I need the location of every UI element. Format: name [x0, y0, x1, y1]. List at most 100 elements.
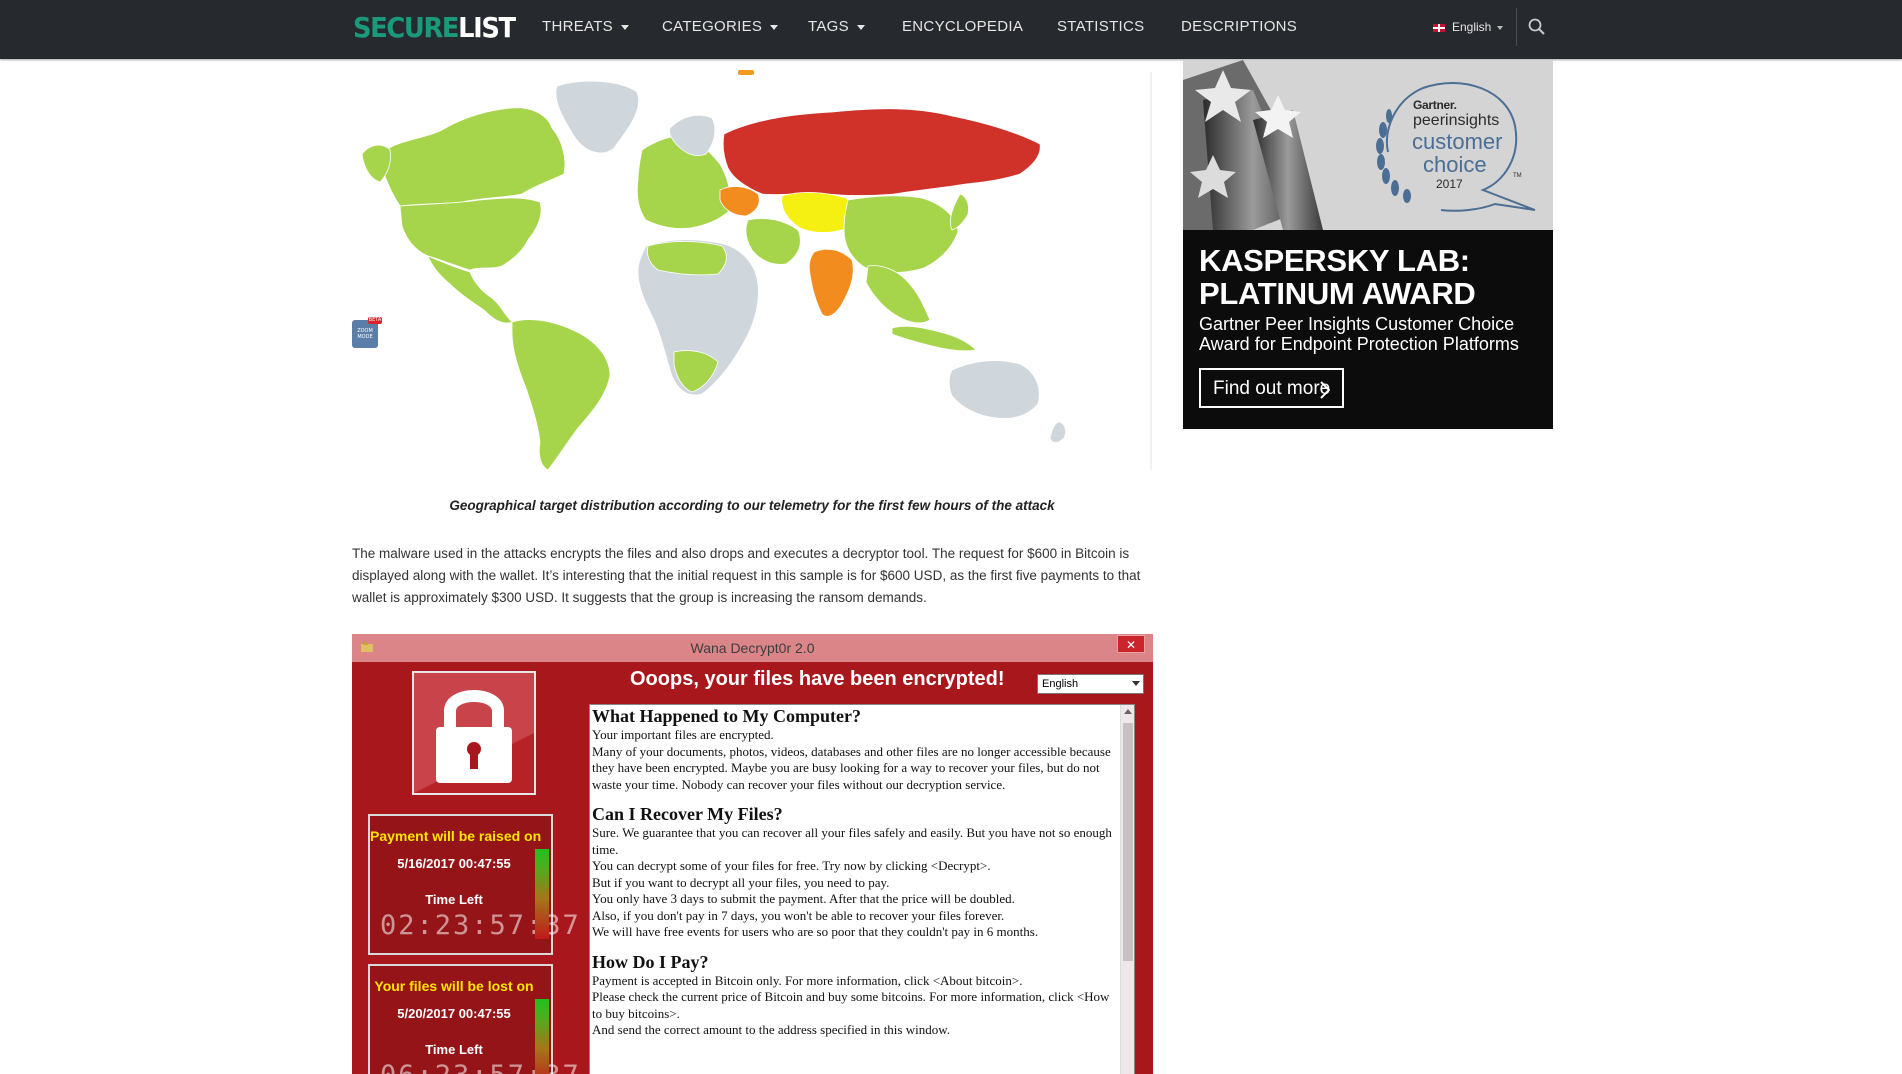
padlock-image	[412, 671, 536, 795]
section-text: Your important files are encrypted.	[592, 727, 774, 742]
nav-categories-label: CATEGORIES	[662, 18, 763, 35]
article-paragraph: The malware used in the attacks encrypts…	[352, 546, 1141, 605]
section-text: Also, if you don't pay in 7 days, you wo…	[592, 907, 1005, 923]
section-text: Many of your documents, photos, videos, …	[592, 743, 1111, 792]
close-icon[interactable]: ✕	[1117, 635, 1145, 653]
ransom-text-content: What Happened to My Computer? Your impor…	[592, 705, 1120, 1039]
logo-secure: SECURE	[353, 11, 460, 44]
chevron-down-icon	[621, 24, 629, 30]
award-year: 2017	[1436, 177, 1463, 191]
zoom-mode-button[interactable]: ZOOM MODE	[352, 320, 378, 348]
trademark-mark: TM	[1513, 173, 1522, 179]
countdown-display: 02:23:57:37	[380, 910, 581, 941]
ransom-text-panel[interactable]: What Happened to My Computer? Your impor…	[589, 704, 1135, 1074]
nav-categories[interactable]: CATEGORIES	[662, 17, 779, 37]
nav-statistics[interactable]: STATISTICS	[1057, 17, 1144, 37]
countdown-display: 06:23:57:37	[380, 1060, 579, 1074]
timer-title: Your files will be lost on	[374, 978, 534, 994]
find-out-more-label: Find out more	[1213, 378, 1331, 399]
window-titlebar: Wana Decrypt0r 2.0 ✕	[352, 634, 1153, 662]
files-lost-timer: Your files will be lost on 5/20/2017 00:…	[368, 964, 579, 1074]
region-middle-east	[745, 218, 801, 265]
map-border	[1150, 72, 1152, 470]
logo-list: LIST	[458, 11, 516, 44]
timer-date: 5/16/2017 00:47:55	[397, 856, 511, 871]
region-greenland	[555, 80, 639, 154]
ad-subtitle-line2: Award for Endpoint Protection Platforms	[1199, 334, 1519, 354]
find-out-more-button[interactable]: Find out more	[1199, 368, 1344, 408]
ad-title-line2: PLATINUM AWARD	[1199, 276, 1476, 311]
map-marker	[738, 70, 754, 75]
section-text: Payment is accepted in Bitcoin only. For…	[592, 972, 1023, 988]
ransom-heading: Ooops, your files have been encrypted!	[630, 668, 1005, 690]
vertical-scrollbar[interactable]	[1120, 705, 1134, 1074]
time-left-label: Time Left	[425, 892, 483, 907]
timer-title: Payment will be raised on	[370, 828, 542, 844]
section-text: Sure. We guarantee that you can recover …	[592, 825, 1112, 857]
payment-raise-timer: Payment will be raised on 5/16/2017 00:4…	[368, 814, 581, 955]
chevron-right-icon	[1320, 381, 1330, 399]
wannacry-window-screenshot: Wana Decrypt0r 2.0 ✕ Ooops, your files h…	[352, 634, 1153, 1074]
section-text: You can decrypt some of your files for f…	[592, 858, 991, 873]
region-russia	[722, 108, 1041, 196]
chevron-down-icon	[1497, 25, 1504, 30]
language-selector[interactable]: English	[1433, 17, 1504, 37]
search-button[interactable]	[1526, 16, 1548, 38]
section-heading: Can I Recover My Files?	[592, 804, 783, 824]
region-china	[843, 195, 959, 273]
nav-tags-label: TAGS	[808, 18, 849, 35]
region-indonesia	[891, 325, 977, 352]
region-india	[808, 248, 854, 317]
nav-divider	[1516, 8, 1517, 46]
section-text: But if you want to decrypt all your file…	[592, 874, 890, 890]
ad-image-area: Gartner. peerinsights customer choice 20…	[1183, 60, 1553, 230]
nav-encyclopedia[interactable]: ENCYCLOPEDIA	[902, 17, 1023, 37]
timer-date: 5/20/2017 00:47:55	[397, 1006, 511, 1021]
region-new-zealand	[1049, 421, 1066, 443]
language-dropdown-value: English	[1042, 678, 1079, 690]
section-text: Please check the current price of Bitcoi…	[592, 989, 1110, 1021]
chevron-down-icon	[856, 24, 865, 30]
choice-text: choice	[1423, 152, 1487, 177]
scroll-up-arrow-icon[interactable]	[1124, 709, 1132, 714]
nav-threats-label: THREATS	[542, 18, 613, 35]
chevron-down-icon	[1132, 681, 1140, 686]
nav-threats[interactable]: THREATS	[542, 17, 629, 37]
region-australia	[948, 360, 1040, 419]
region-southeast-asia	[865, 265, 931, 324]
app-icon	[361, 642, 373, 652]
region-usa	[399, 197, 542, 271]
map-caption: Geographical target distribution accordi…	[449, 498, 1055, 513]
time-progress-bar	[535, 849, 549, 939]
padlock-icon	[414, 673, 534, 793]
language-label: English	[1452, 20, 1492, 34]
gartner-logo-text: Gartner.	[1413, 98, 1457, 112]
time-left-label: Time Left	[425, 1042, 483, 1057]
scrollbar-thumb[interactable]	[1123, 723, 1133, 961]
securelist-logo[interactable]: SECURELIST	[353, 11, 516, 44]
section-heading: What Happened to My Computer?	[592, 706, 861, 726]
beta-badge: BETA	[368, 317, 382, 324]
time-progress-bar	[535, 999, 549, 1074]
region-south-america	[511, 319, 611, 471]
peer-insights-text: peerinsights	[1413, 112, 1500, 129]
region-canada	[379, 107, 566, 207]
region-japan	[949, 193, 969, 231]
nav-tags[interactable]: TAGS	[808, 17, 865, 37]
world-map-graphic	[361, 80, 1066, 471]
top-navigation-bar: SECURELIST THREATS CATEGORIES TAGS ENCYC…	[0, 0, 1902, 59]
nav-descriptions[interactable]: DESCRIPTIONS	[1181, 17, 1297, 37]
section-heading: How Do I Pay?	[592, 951, 709, 972]
region-africa-north	[647, 241, 727, 276]
uk-flag-icon	[1433, 23, 1445, 32]
ad-title-line1: KASPERSKY LAB:	[1199, 243, 1470, 278]
kaspersky-award-banner[interactable]: Gartner. peerinsights customer choice 20…	[1183, 60, 1553, 429]
ad-subtitle-line1: Gartner Peer Insights Customer Choice	[1199, 314, 1515, 334]
window-title: Wana Decrypt0r 2.0	[690, 640, 815, 656]
language-dropdown[interactable]: English	[1037, 674, 1144, 694]
section-text: And send the correct amount to the addre…	[592, 1022, 951, 1037]
search-icon	[1528, 18, 1545, 35]
section-text: You only have 3 days to submit the payme…	[592, 891, 1015, 906]
world-map	[352, 70, 1152, 472]
chevron-down-icon	[770, 24, 779, 30]
